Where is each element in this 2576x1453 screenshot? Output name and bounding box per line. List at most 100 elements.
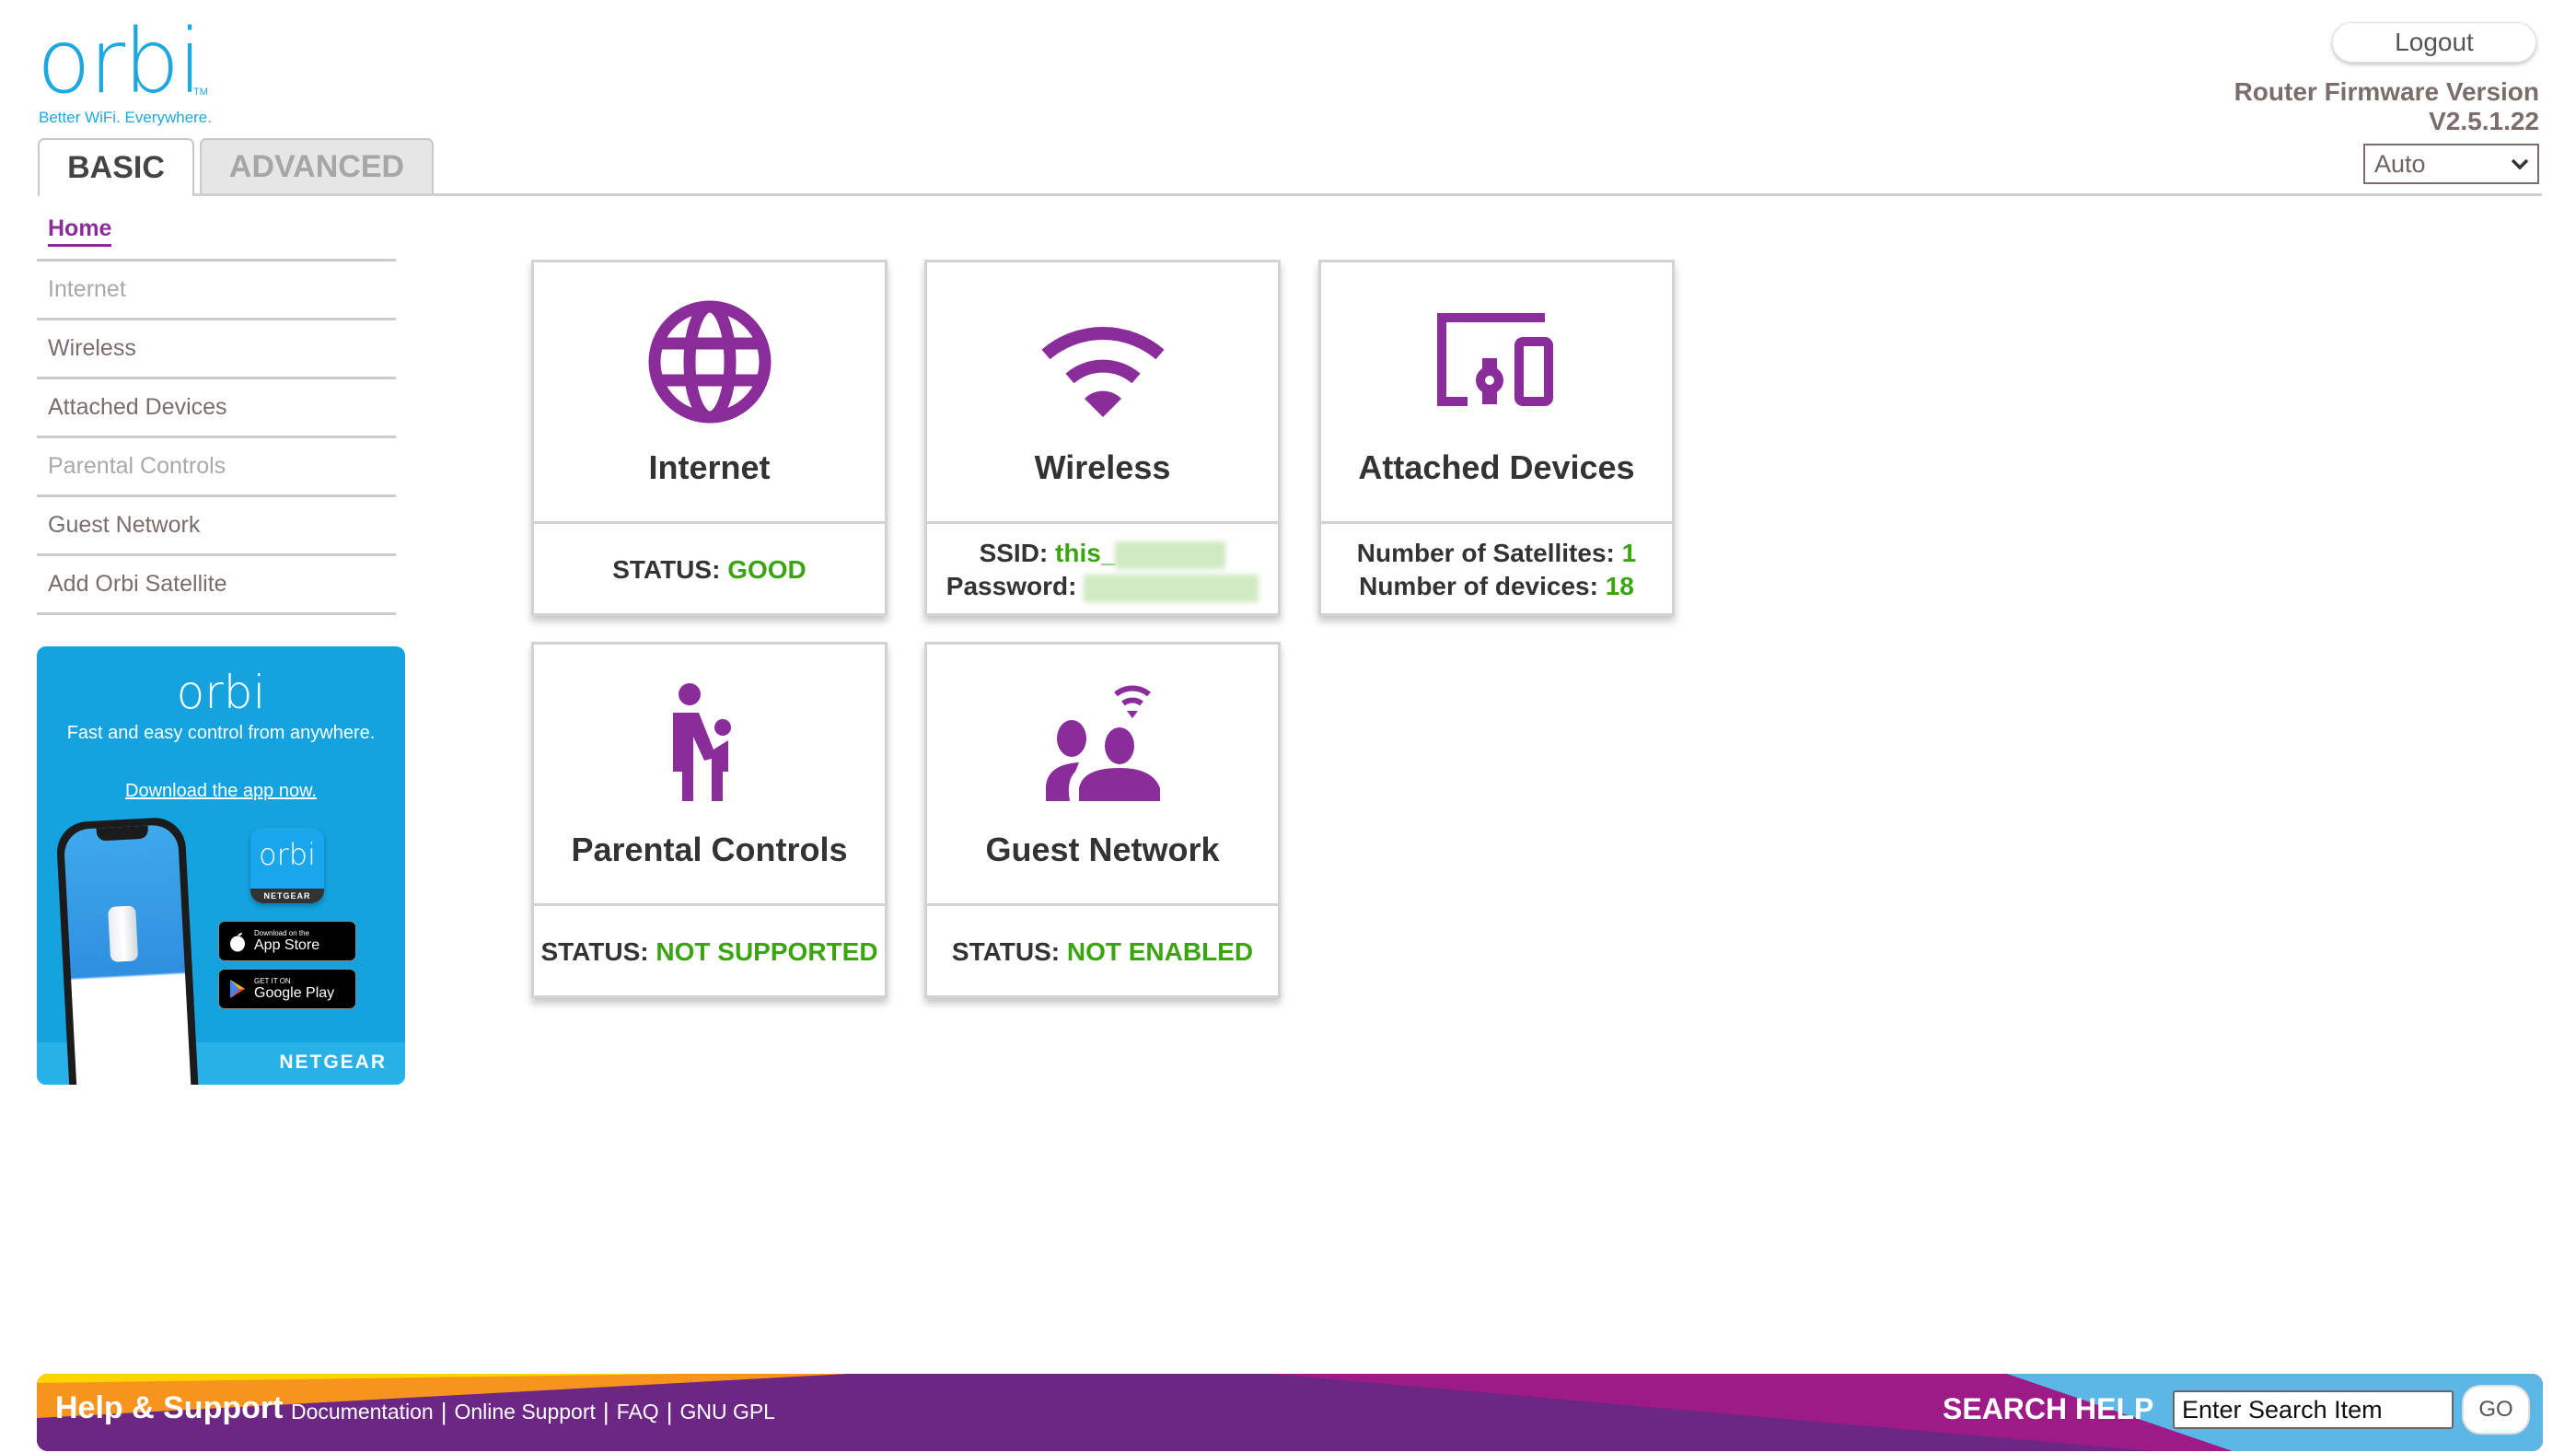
orbi-app-ad[interactable]: orbi Fast and easy control from anywhere…	[37, 646, 405, 1085]
app-icon-wordmark: orbi	[259, 837, 316, 872]
card-device-counts: Number of Satellites: 1 Number of device…	[1321, 527, 1672, 613]
status-label: STATUS:	[951, 937, 1061, 966]
ssid-label: SSID:	[979, 539, 1049, 567]
faq-link[interactable]: FAQ	[617, 1400, 659, 1424]
chevron-down-icon	[2511, 158, 2529, 170]
online-support-link[interactable]: Online Support	[454, 1400, 595, 1424]
sidebar-item-label: Guest Network	[48, 512, 201, 538]
app-icon-brand: NETGEAR	[250, 889, 324, 903]
status-label: STATUS:	[612, 555, 721, 584]
card-top: Parental Controls	[534, 645, 885, 906]
google-play-big-text: Google Play	[254, 985, 335, 1001]
parent-child-icon	[645, 680, 774, 808]
ad-orbi-logo: orbi	[176, 666, 266, 719]
ssid-value: this_	[1055, 539, 1116, 567]
card-attached-devices[interactable]: Attached Devices Number of Satellites: 1…	[1318, 260, 1675, 616]
tab-basic[interactable]: BASIC	[38, 138, 194, 196]
status-value: NOT SUPPORTED	[656, 937, 878, 966]
sidebar-item-parental-controls[interactable]: Parental Controls	[37, 438, 396, 497]
sidebar-item-attached-devices[interactable]: Attached Devices	[37, 379, 396, 438]
netgear-brand: NETGEAR	[279, 1052, 387, 1073]
gnu-gpl-link[interactable]: GNU GPL	[679, 1400, 775, 1424]
devices-value: 18	[1605, 572, 1634, 600]
sidebar-item-guest-network[interactable]: Guest Network	[37, 497, 396, 556]
header-divider	[38, 193, 2542, 196]
ad-tagline: Fast and easy control from anywhere.	[66, 723, 376, 743]
logout-button[interactable]: Logout	[2332, 22, 2536, 63]
satellites-value: 1	[1621, 539, 1637, 567]
app-store-small-text: Download on the	[254, 929, 310, 937]
card-top: Attached Devices	[1321, 262, 1672, 524]
documentation-link[interactable]: Documentation	[291, 1400, 434, 1424]
card-status: STATUS: GOOD	[534, 527, 885, 613]
sidebar-item-label: Add Orbi Satellite	[48, 571, 227, 597]
card-internet[interactable]: Internet STATUS: GOOD	[531, 260, 888, 616]
satellites-label: Number of Satellites:	[1356, 539, 1615, 567]
logo-tagline: Better WiFi. Everywhere.	[39, 109, 212, 126]
sidebar-item-label: Internet	[48, 276, 126, 302]
card-top: Internet	[534, 262, 885, 524]
card-status: STATUS: NOT ENABLED	[927, 909, 1278, 995]
status-value: GOOD	[727, 555, 806, 584]
tab-advanced[interactable]: ADVANCED	[200, 138, 434, 194]
google-play-badge[interactable]: GET IT ON Google Play	[218, 969, 356, 1009]
guest-users-wifi-icon	[1039, 680, 1167, 808]
sidebar-item-home[interactable]: Home	[37, 203, 396, 262]
sidebar-item-wireless[interactable]: Wireless	[37, 320, 396, 379]
card-title: Attached Devices	[1358, 448, 1635, 486]
sidebar-item-label: Parental Controls	[48, 453, 226, 479]
password-label: Password:	[946, 572, 1077, 600]
card-title: Guest Network	[985, 831, 1220, 868]
card-wireless[interactable]: Wireless SSID: this_ Password:	[924, 260, 1281, 616]
sidebar-item-internet[interactable]: Internet	[37, 262, 396, 320]
firmware-label: Router Firmware Version	[2234, 77, 2539, 106]
link-separator: |	[440, 1398, 447, 1425]
apple-icon	[230, 933, 245, 952]
phone-notch	[96, 825, 149, 842]
orbi-device-image	[108, 905, 139, 962]
sidebar-item-label: Wireless	[48, 335, 136, 361]
card-title: Wireless	[1034, 448, 1171, 486]
help-support-title: Help & Support	[55, 1390, 284, 1425]
card-title: Parental Controls	[571, 831, 848, 868]
logo-trademark: TM	[193, 87, 208, 98]
sidebar-item-label: Home	[48, 215, 112, 247]
link-separator: |	[666, 1398, 673, 1425]
sidebar-nav: Home Internet Wireless Attached Devices …	[37, 203, 396, 615]
google-play-icon	[230, 980, 245, 998]
card-top: Wireless	[927, 262, 1278, 524]
orbi-app-icon: orbi NETGEAR	[250, 828, 324, 903]
devices-label: Number of devices:	[1359, 572, 1598, 600]
devices-icon	[1433, 297, 1561, 426]
app-store-big-text: App Store	[254, 937, 320, 953]
card-wifi-info: SSID: this_ Password:	[927, 527, 1278, 613]
sidebar-item-add-orbi-satellite[interactable]: Add Orbi Satellite	[37, 556, 396, 615]
app-store-badge[interactable]: Download on the App Store	[218, 921, 356, 961]
search-help-label: SEARCH HELP	[1943, 1392, 2154, 1425]
language-select-value: Auto	[2374, 149, 2426, 178]
ad-download-link[interactable]: Download the app now.	[37, 781, 405, 802]
card-status: STATUS: NOT SUPPORTED	[534, 909, 885, 995]
link-separator: |	[602, 1398, 609, 1425]
card-top: Guest Network	[927, 645, 1278, 906]
status-value: NOT ENABLED	[1066, 937, 1254, 966]
ssid-redacted	[1115, 541, 1226, 569]
wifi-icon	[1039, 297, 1167, 426]
phone-image	[55, 816, 199, 1085]
phone-screen	[63, 823, 191, 1085]
search-help-input[interactable]	[2173, 1390, 2454, 1429]
card-parental-controls[interactable]: Parental Controls STATUS: NOT SUPPORTED	[531, 642, 888, 998]
card-guest-network[interactable]: Guest Network STATUS: NOT ENABLED	[924, 642, 1281, 998]
sidebar-item-label: Attached Devices	[48, 394, 227, 420]
language-select[interactable]: Auto	[2363, 144, 2539, 184]
help-support-footer: Help & Support Documentation | Online Su…	[37, 1374, 2543, 1451]
orbi-logo: orbi TM Better WiFi. Everywhere.	[37, 17, 221, 126]
google-play-small-text: GET IT ON	[254, 977, 291, 985]
password-redacted	[1084, 574, 1259, 602]
status-label: STATUS:	[540, 937, 649, 966]
card-title: Internet	[648, 448, 771, 486]
globe-icon	[645, 297, 774, 426]
firmware-version: V2.5.1.22	[2429, 107, 2539, 135]
go-button[interactable]: GO	[2462, 1385, 2530, 1435]
footer-links: Documentation | Online Support | FAQ | G…	[291, 1398, 775, 1426]
